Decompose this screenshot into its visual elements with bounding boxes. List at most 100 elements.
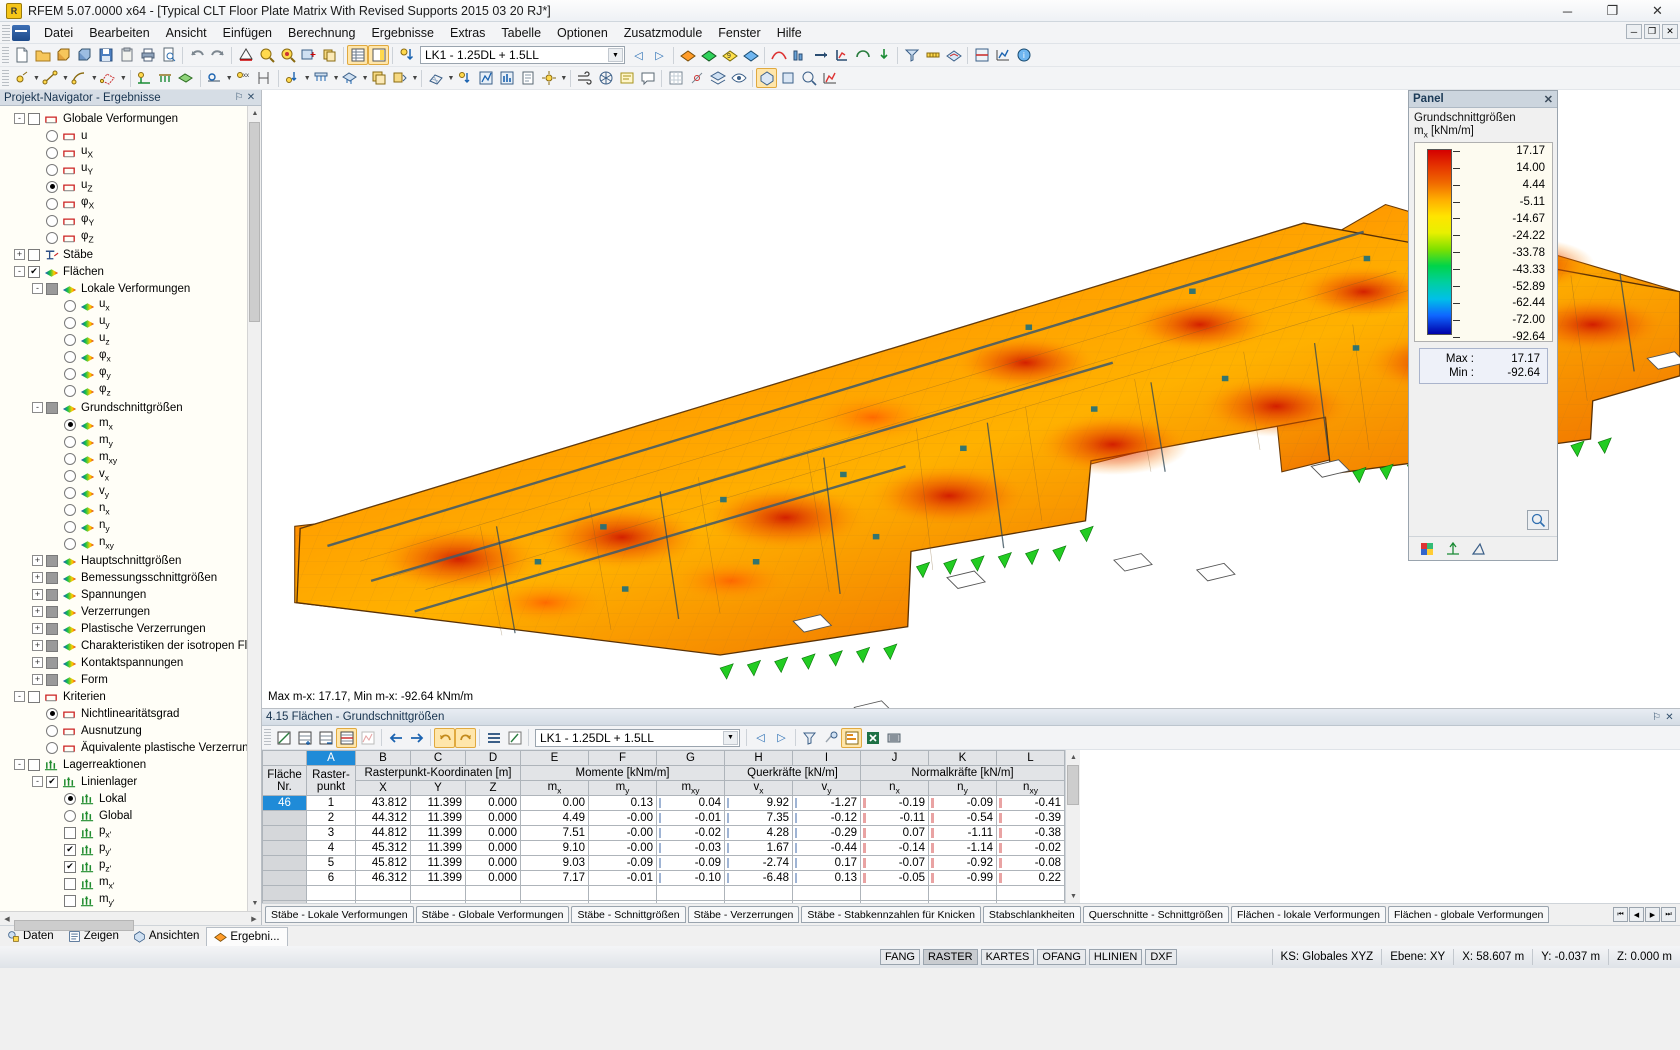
load-icon[interactable] — [396, 45, 417, 65]
tree-radio[interactable] — [46, 146, 58, 159]
table-filter-icon[interactable] — [336, 727, 357, 748]
table-scroll-up-icon[interactable]: ▲ — [1066, 750, 1081, 764]
cell-mxy[interactable]: -0.09 — [656, 855, 725, 872]
cell-ny[interactable]: -1.14 — [928, 840, 997, 857]
cell-my[interactable]: 0.13 — [588, 795, 657, 812]
save-icon[interactable] — [95, 45, 116, 65]
eccentricity-icon[interactable]: xx — [233, 68, 254, 88]
tree-expander[interactable]: + — [32, 623, 43, 634]
table-prev-icon[interactable] — [385, 728, 406, 748]
tree-item-global[interactable]: Global — [0, 807, 261, 824]
tree-checkbox[interactable] — [46, 571, 58, 584]
tree-item-px[interactable]: px' — [0, 824, 261, 841]
results-layout-icon[interactable] — [841, 727, 862, 748]
results-close-icon[interactable]: ✕ — [1663, 712, 1676, 723]
tree-item-st-be[interactable]: + Stäbe — [0, 246, 261, 263]
table-row[interactable]: 46 1 43.812 11.399 0.000 0.00 0.13 0.04 9.92 -1.2… — [262, 795, 1065, 812]
cell-vy[interactable]: -1.27 — [792, 795, 861, 812]
status-toggle-ofang[interactable]: OFANG — [1037, 949, 1086, 965]
row-flaeche-cell[interactable] — [262, 840, 307, 857]
line-dropdown-icon[interactable]: ▼ — [62, 75, 69, 82]
cell-X[interactable]: 44.812 — [355, 825, 411, 842]
tree-radio[interactable] — [64, 299, 76, 312]
cell-ny[interactable]: -0.92 — [928, 855, 997, 872]
table-scroll-thumb[interactable] — [1067, 765, 1079, 805]
panel-colors-icon[interactable] — [1419, 541, 1435, 557]
cell-nx[interactable]: -0.11 — [860, 810, 929, 827]
cell-vx[interactable]: -2.74 — [724, 855, 793, 872]
tree-expander[interactable]: + — [32, 589, 43, 600]
cell-Z[interactable]: 0.000 — [465, 825, 521, 842]
tree-item-mz[interactable]: mz' — [0, 909, 261, 911]
cell-nxy[interactable]: -0.02 — [996, 840, 1065, 857]
tree-item-plastische-verzerrungen[interactable]: + Plastische Verzerrungen — [0, 620, 261, 637]
hinge-dropdown-icon[interactable]: ▼ — [226, 75, 233, 82]
tree-checkbox[interactable] — [28, 758, 40, 771]
menu-item-datei[interactable]: Datei — [36, 24, 81, 42]
zoom-all-icon[interactable] — [277, 45, 298, 65]
tree-item-x[interactable]: φX — [0, 195, 261, 212]
tree-item-x[interactable]: φx — [0, 348, 261, 365]
result-tab-2[interactable]: Stäbe - Schnittgrößen — [571, 906, 686, 923]
tree-item-vy[interactable]: vy — [0, 484, 261, 501]
cell-X[interactable]: 43.812 — [355, 795, 411, 812]
tab-last-icon[interactable]: ⏭ — [1661, 907, 1676, 922]
results-next-case-icon[interactable]: ▷ — [771, 728, 792, 748]
cell-nx[interactable]: -0.19 — [860, 795, 929, 812]
results-toolbar-grip[interactable] — [264, 729, 271, 746]
table-row[interactable]: 6 46.312 11.399 0.000 7.17 -0.01 -0.10 -6.48 0.1… — [262, 870, 1065, 887]
results-contour-icon[interactable] — [740, 45, 761, 65]
result-tab-7[interactable]: Flächen - lokale Verformungen — [1230, 906, 1386, 923]
tree-checkbox[interactable] — [46, 588, 58, 601]
cell-nx[interactable]: -0.14 — [860, 840, 929, 857]
tree-item-nx[interactable]: nx — [0, 501, 261, 518]
menu-item-bearbeiten[interactable]: Bearbeiten — [81, 24, 157, 42]
tree-item-charakteristiken-der-isotropen-fl[interactable]: + Charakteristiken der isotropen Flä — [0, 637, 261, 654]
tree-radio[interactable] — [46, 231, 58, 244]
comment-icon[interactable] — [637, 68, 658, 88]
tree-item-y[interactable]: φy — [0, 365, 261, 382]
surface-dropdown-icon[interactable]: ▼ — [120, 75, 127, 82]
cell-vy[interactable]: 0.17 — [792, 855, 861, 872]
tree-radio[interactable] — [64, 316, 76, 329]
result-tab-3[interactable]: Stäbe - Verzerrungen — [687, 906, 800, 923]
row-flaeche-cell[interactable] — [262, 855, 307, 872]
menu-item-optionen[interactable]: Optionen — [549, 24, 616, 42]
navigator-body[interactable]: - Globale Verformungen u uX uY uZ φX φY φZ + Stäbe… — [0, 106, 261, 911]
smooth-results-icon[interactable] — [943, 45, 964, 65]
tree-expander[interactable]: - — [32, 402, 43, 413]
cell-Z[interactable]: 0.000 — [465, 795, 521, 812]
cell-mx[interactable]: 0.00 — [520, 795, 589, 812]
tree-checkbox[interactable]: ✔ — [28, 265, 40, 278]
cell-mx[interactable]: 7.51 — [520, 825, 589, 842]
tree-radio[interactable] — [46, 724, 58, 737]
menu-item-berechnung[interactable]: Berechnung — [280, 24, 363, 42]
new-file-icon[interactable] — [11, 45, 32, 65]
color-legend[interactable]: 17.17 14.00 4.44 -5.11 -14.67 -24.22 -33.78 -43… — [1414, 142, 1553, 343]
tree-item-lagerreaktionen[interactable]: - Lagerreaktionen — [0, 756, 261, 773]
tree-item-z[interactable]: φZ — [0, 229, 261, 246]
cell-mxy[interactable]: -0.10 — [656, 870, 725, 887]
result-tab-5[interactable]: Stabschlankheiten — [982, 906, 1081, 923]
column-header-G[interactable]: G — [656, 750, 725, 766]
row-flaeche-cell[interactable] — [262, 810, 307, 827]
column-header-H[interactable]: H — [724, 750, 793, 766]
navigator-vscrollbar[interactable]: ▲ ▼ — [247, 106, 261, 911]
cell-vx[interactable]: 1.67 — [724, 840, 793, 857]
table-vscrollbar[interactable]: ▲ ▼ — [1065, 750, 1080, 903]
tree-item-nxy[interactable]: nxy — [0, 535, 261, 552]
navigator-close-icon[interactable]: ✕ — [245, 92, 257, 103]
filter-results-icon[interactable] — [901, 45, 922, 65]
show-table-icon[interactable] — [347, 45, 368, 65]
cell-mx[interactable]: 7.17 — [520, 870, 589, 887]
undo-icon[interactable] — [186, 45, 207, 65]
open-file-icon[interactable] — [32, 45, 53, 65]
arc-icon[interactable] — [69, 68, 90, 88]
column-header-I[interactable]: I — [792, 750, 861, 766]
tree-radio[interactable] — [46, 741, 58, 754]
shear-force-icon[interactable] — [831, 45, 852, 65]
result-tab-1[interactable]: Stäbe - Globale Verformungen — [415, 906, 570, 923]
cell-Z[interactable]: 0.000 — [465, 870, 521, 887]
cell-mxy[interactable]: -0.02 — [656, 825, 725, 842]
prev-loadcase-button[interactable]: ◁ — [628, 45, 649, 65]
